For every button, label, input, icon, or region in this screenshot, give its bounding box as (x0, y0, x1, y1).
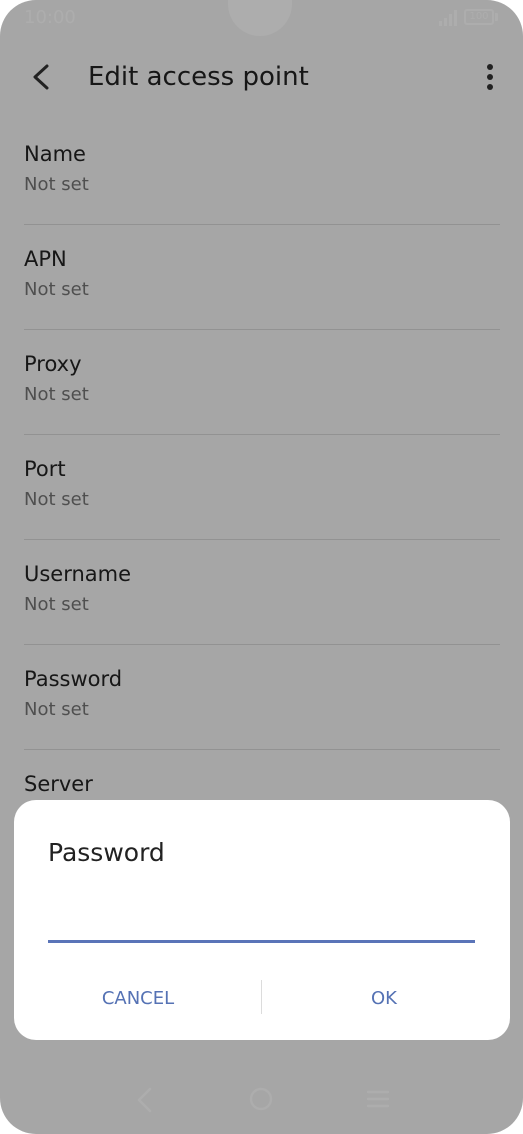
button-divider (261, 980, 262, 1014)
dialog-title: Password (48, 838, 165, 867)
password-input[interactable] (48, 898, 475, 943)
password-dialog: Password CANCEL OK (14, 800, 510, 1040)
phone-screen: 10:00 100 Edit access point Name Not set (0, 0, 523, 1134)
ok-button[interactable]: OK (294, 976, 474, 1020)
cancel-button[interactable]: CANCEL (48, 976, 228, 1020)
